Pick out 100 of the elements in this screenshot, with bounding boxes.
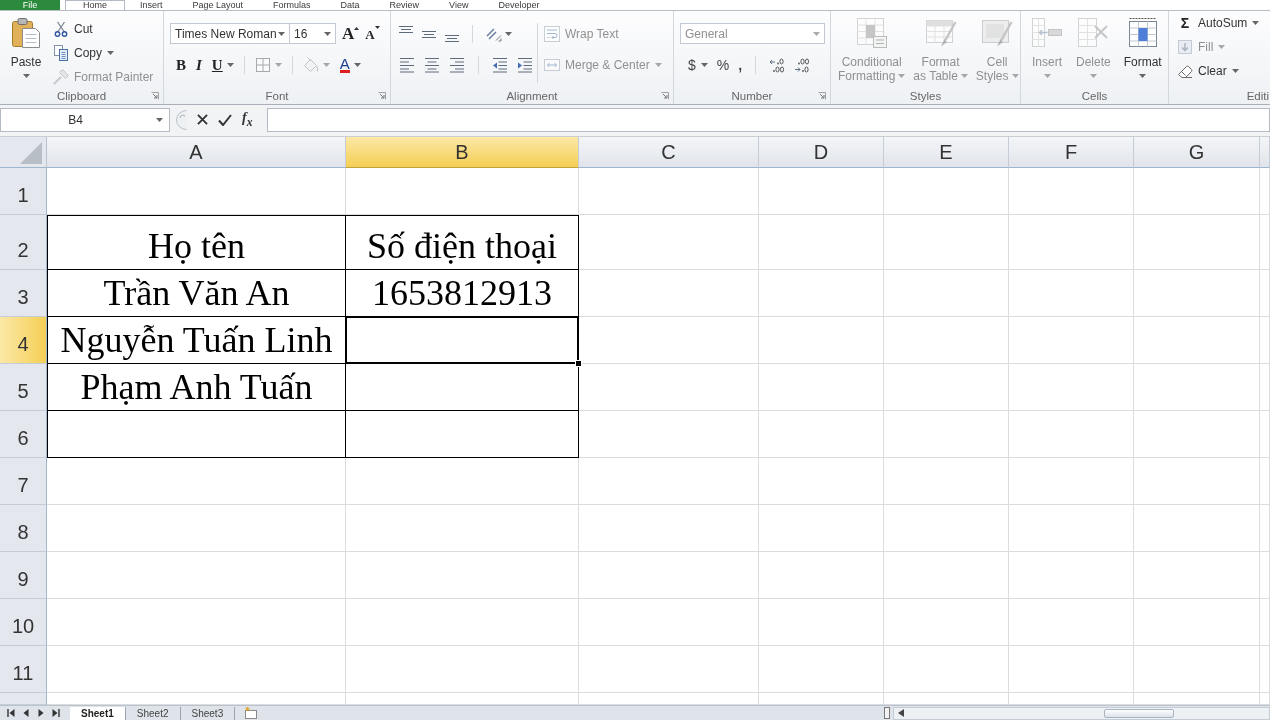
paste-button[interactable]: Paste xyxy=(4,17,48,88)
caret-icon xyxy=(226,63,234,67)
first-sheet-icon[interactable] xyxy=(7,709,15,717)
align-middle-icon[interactable] xyxy=(422,30,436,38)
column-header[interactable]: F xyxy=(1009,137,1134,168)
horizontal-scrollbar[interactable] xyxy=(893,706,1270,720)
triangle-icon xyxy=(20,142,42,164)
formula-input[interactable] xyxy=(267,108,1270,132)
decrease-decimal-icon[interactable] xyxy=(794,57,811,73)
group-title: Number xyxy=(731,90,773,102)
caret-icon xyxy=(1218,45,1226,49)
last-sheet-icon[interactable] xyxy=(52,709,60,717)
align-right-icon[interactable] xyxy=(449,57,465,73)
comma-style-button[interactable]: , xyxy=(738,57,743,73)
table-cell xyxy=(1260,505,1270,552)
align-top-icon[interactable] xyxy=(399,26,413,33)
clear-button[interactable]: Clear xyxy=(1177,60,1269,82)
row-header[interactable]: 8 xyxy=(0,505,47,552)
copy-button[interactable]: Copy xyxy=(53,42,154,64)
align-left-icon[interactable] xyxy=(399,57,415,73)
next-sheet-icon[interactable] xyxy=(37,709,45,717)
previous-sheet-icon[interactable] xyxy=(22,709,30,717)
row-header[interactable]: 2 xyxy=(0,215,47,270)
table-cell xyxy=(1260,411,1270,458)
row-header[interactable]: 1 xyxy=(0,168,47,215)
dialog-launcher-icon[interactable] xyxy=(378,92,386,100)
name-box[interactable]: B4 xyxy=(0,108,170,132)
file-tab[interactable]: File xyxy=(0,0,60,10)
fill-handle[interactable] xyxy=(575,360,582,367)
sheet-tab[interactable]: Sheet2 xyxy=(125,706,181,720)
grow-font-button[interactable]: A xyxy=(342,24,360,43)
decrease-indent-icon[interactable] xyxy=(492,57,508,73)
cell-brush-icon xyxy=(981,17,1014,49)
highlighted-cell-grid-icon xyxy=(1126,17,1159,49)
align-center-icon[interactable] xyxy=(424,57,440,73)
underline-button[interactable]: U xyxy=(207,54,238,76)
ribbon-tab[interactable]: Developer xyxy=(483,0,555,10)
paintbrush-icon xyxy=(53,69,69,85)
column-header[interactable]: B xyxy=(346,137,579,168)
down-arrow-box-icon xyxy=(1177,39,1193,55)
cut-button[interactable]: Cut xyxy=(53,18,154,40)
active-cell[interactable] xyxy=(346,317,579,364)
increase-decimal-icon[interactable] xyxy=(769,57,786,73)
row-header[interactable]: 3 xyxy=(0,270,47,317)
autosum-button[interactable]: Σ AutoSum xyxy=(1177,12,1269,34)
eraser-icon xyxy=(1177,63,1193,79)
column-header[interactable]: C xyxy=(579,137,759,168)
group-title: Styles xyxy=(909,90,942,102)
grip-icon[interactable] xyxy=(175,109,187,130)
table-cell xyxy=(1260,168,1270,215)
bold-button[interactable]: B xyxy=(172,54,190,76)
table-cell xyxy=(1260,458,1270,505)
font-size-dropdown[interactable]: 16 xyxy=(289,23,336,44)
split-handle-icon[interactable] xyxy=(884,707,890,719)
column-header[interactable]: E xyxy=(884,137,1009,168)
font-name-dropdown[interactable]: Times New Roman xyxy=(170,23,290,44)
increase-indent-icon[interactable] xyxy=(517,57,533,73)
caret-icon xyxy=(1011,74,1019,78)
dialog-launcher-icon[interactable] xyxy=(818,92,826,100)
cancel-icon[interactable] xyxy=(197,114,208,125)
row-header[interactable]: 4 xyxy=(0,317,47,364)
row-header[interactable]: 7 xyxy=(0,458,47,505)
row-header[interactable]: 9 xyxy=(0,552,47,599)
table-cell xyxy=(1260,364,1270,411)
text-direction-button[interactable] xyxy=(486,26,512,42)
sheet-tab[interactable]: Sheet1 xyxy=(70,706,126,720)
percent-button[interactable]: % xyxy=(716,57,730,73)
caret-icon xyxy=(654,63,662,67)
checkmark-icon[interactable] xyxy=(218,113,232,126)
dialog-launcher-icon[interactable] xyxy=(151,92,159,100)
ribbon-tab[interactable]: Review xyxy=(374,0,435,10)
clipboard-icon xyxy=(10,17,42,49)
align-bottom-icon[interactable] xyxy=(445,35,459,42)
font-color-button[interactable]: A xyxy=(335,54,365,76)
ribbon-tab[interactable]: Insert xyxy=(125,0,178,10)
table-cell: Số điện thoại xyxy=(346,215,579,270)
row-header[interactable]: 10 xyxy=(0,599,47,646)
column-header[interactable]: G xyxy=(1134,137,1260,168)
row-header[interactable]: 5 xyxy=(0,364,47,411)
row-header[interactable]: 6 xyxy=(0,411,47,458)
currency-button[interactable]: $ xyxy=(688,57,708,73)
italic-button[interactable]: I xyxy=(192,54,206,76)
sheet-tab[interactable]: Sheet3 xyxy=(180,706,236,720)
caret-icon xyxy=(353,63,361,67)
ribbon-tab[interactable]: Formulas xyxy=(258,0,326,10)
column-header[interactable]: D xyxy=(759,137,884,168)
format-button[interactable]: Format xyxy=(1121,17,1164,88)
ribbon-tab[interactable]: Data xyxy=(325,0,375,10)
group-title: Clipboard xyxy=(56,90,107,102)
grid-cross-icon xyxy=(1077,17,1110,49)
ribbon-tab[interactable]: View xyxy=(434,0,484,10)
row-header[interactable]: 11 xyxy=(0,646,47,693)
caret-icon xyxy=(1089,74,1097,78)
insert-function-button[interactable]: f$_{x}$ xyxy=(242,110,253,129)
column-header[interactable]: A xyxy=(47,137,346,168)
scroll-left-icon[interactable] xyxy=(898,709,904,717)
shrink-font-button[interactable]: A xyxy=(365,23,380,44)
ribbon-tab[interactable]: Page Layout xyxy=(177,0,259,10)
dialog-launcher-icon[interactable] xyxy=(661,92,669,100)
scrollbar-thumb[interactable] xyxy=(1104,708,1174,718)
